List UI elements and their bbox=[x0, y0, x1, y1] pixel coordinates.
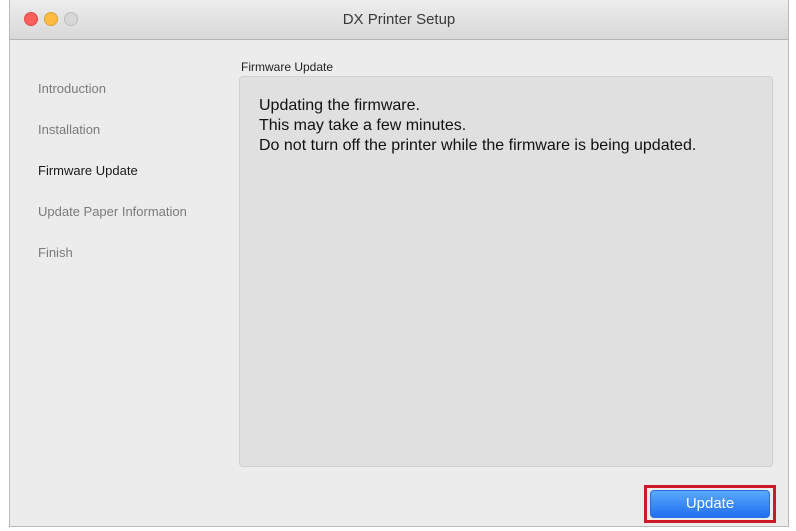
update-button[interactable]: Update bbox=[650, 490, 770, 518]
message-line-1: Updating the firmware. bbox=[259, 97, 420, 114]
sidebar-item-installation: Installation bbox=[38, 122, 101, 137]
sidebar-item-finish: Finish bbox=[38, 245, 73, 260]
setup-window: DX Printer Setup Introduction Installati… bbox=[9, 0, 789, 527]
sidebar-item-firmware-update: Firmware Update bbox=[38, 163, 138, 178]
message-line-2: This may take a few minutes. bbox=[259, 117, 467, 134]
message-line-3: Do not turn off the printer while the fi… bbox=[259, 137, 697, 154]
sidebar-item-introduction: Introduction bbox=[38, 81, 106, 96]
steps-sidebar: Introduction Installation Firmware Updat… bbox=[38, 80, 228, 285]
message-text: Updating the firmware. This may take a f… bbox=[259, 96, 696, 156]
window-title: DX Printer Setup bbox=[342, 11, 456, 28]
section-title: Firmware Update bbox=[241, 60, 334, 74]
sidebar-item-update-paper-information: Update Paper Information bbox=[38, 204, 187, 219]
content-panel: Updating the firmware. This may take a f… bbox=[239, 76, 773, 467]
title-bar[interactable]: DX Printer Setup bbox=[10, 0, 788, 40]
